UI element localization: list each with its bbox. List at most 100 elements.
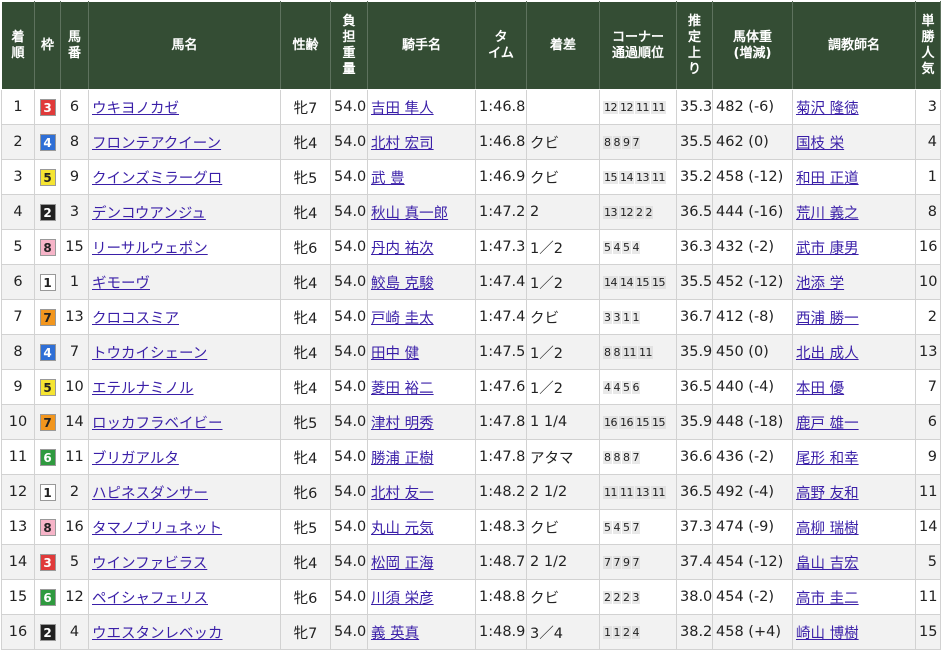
corner-position: 8	[612, 135, 621, 149]
horse-name-link[interactable]: クインズミラーグロ	[92, 171, 222, 187]
horse-name-link[interactable]: フロンテアクイーン	[92, 136, 221, 152]
horse-name-link[interactable]: トウカイシェーン	[92, 346, 207, 362]
margin-cell: 1／2	[526, 334, 600, 370]
jockey-link[interactable]: 丸山 元気	[371, 521, 434, 537]
header-rank-text: 着	[11, 29, 25, 45]
corner-position: 11	[635, 100, 650, 114]
horse-name-link[interactable]: リーサルウェポン	[92, 241, 208, 257]
horse-name-link[interactable]: ウキヨノカゼ	[92, 101, 179, 117]
umaban-cell: 3	[60, 194, 89, 230]
margin-cell: 1／2	[526, 264, 600, 300]
trainer-link[interactable]: 崎山 博樹	[796, 626, 859, 642]
header-corner-text: 通過順位	[611, 45, 664, 61]
trainer-link[interactable]: 畠山 吉宏	[796, 556, 859, 572]
last-3f-cell: 38.0	[676, 579, 713, 615]
weight-cell: 54.0	[330, 124, 368, 160]
horse-name-link[interactable]: ウエスタンレベッカ	[92, 626, 223, 642]
body-weight-cell: 458 (+4)	[712, 614, 793, 650]
trainer-link[interactable]: 西浦 勝一	[796, 311, 859, 327]
corner-position: 11	[619, 485, 634, 499]
waku-badge: 6	[39, 588, 56, 606]
last-3f-cell: 36.3	[676, 229, 713, 265]
horse-name-link[interactable]: ハピネスダンサー	[92, 486, 208, 502]
trainer-link[interactable]: 和田 正道	[796, 171, 859, 187]
weight-cell: 54.0	[330, 439, 368, 475]
rank-cell: 7	[1, 299, 35, 335]
header-weight: 負担重量	[330, 1, 368, 90]
trainer-link[interactable]: 荒川 義之	[796, 206, 859, 222]
trainer-cell: 畠山 吉宏	[792, 544, 916, 580]
results-body: 1 3 6 ウキヨノカゼ 牝7 54.0 吉田 隼人 1:46.8 12 12 11 11 35.3 48…	[1, 89, 941, 650]
horse-name-link[interactable]: ウインファビラス	[92, 556, 207, 572]
horse-name-link[interactable]: エテルナミノル	[92, 381, 194, 397]
corner-position: 15	[635, 275, 650, 289]
horse-name-link[interactable]: クロコスミア	[92, 311, 179, 327]
horse-name-cell: ハピネスダンサー	[88, 474, 281, 510]
trainer-link[interactable]: 高柳 瑞樹	[796, 521, 859, 537]
table-row: 1 3 6 ウキヨノカゼ 牝7 54.0 吉田 隼人 1:46.8 12 12 11 11 35.3 48…	[1, 89, 941, 125]
jockey-link[interactable]: 北村 友一	[371, 486, 434, 502]
body-weight-cell: 436 (-2)	[712, 439, 793, 475]
header-horse: 馬名	[88, 1, 281, 90]
jockey-link[interactable]: 戸崎 圭太	[371, 311, 434, 327]
jockey-cell: 丸山 元気	[367, 509, 476, 545]
trainer-link[interactable]: 国枝 栄	[796, 136, 844, 152]
jockey-link[interactable]: 松岡 正海	[371, 556, 434, 572]
jockey-link[interactable]: 北村 宏司	[371, 136, 434, 152]
header-trainer: 調教師名	[792, 1, 916, 90]
jockey-link[interactable]: 義 英真	[371, 626, 419, 642]
jockey-link[interactable]: 田中 健	[371, 346, 419, 362]
header-sexage: 性齢	[280, 1, 331, 90]
table-row: 11 6 11 ブリガアルタ 牝4 54.0 勝浦 正樹 1:47.8 アタマ 8 8 8 7 36.6 4…	[1, 439, 941, 475]
corner-position: 14	[619, 170, 634, 184]
weight-cell: 54.0	[330, 404, 368, 440]
horse-name-link[interactable]: ブリガアルタ	[92, 451, 179, 467]
sex-age-cell: 牝4	[280, 439, 331, 475]
jockey-link[interactable]: 川須 栄彦	[371, 591, 434, 607]
trainer-link[interactable]: 本田 優	[796, 381, 844, 397]
umaban-cell: 14	[60, 404, 89, 440]
jockey-cell: 津村 明秀	[367, 404, 476, 440]
corner-position: 13	[603, 205, 618, 219]
last-3f-cell: 36.5	[676, 474, 713, 510]
umaban-cell: 10	[60, 369, 89, 405]
jockey-link[interactable]: 武 豊	[371, 171, 405, 187]
horse-name-cell: ウエスタンレベッカ	[88, 614, 281, 650]
corner-position: 5	[603, 240, 612, 254]
corner-position: 16	[619, 415, 634, 429]
horse-name-link[interactable]: デンコウアンジュ	[92, 206, 206, 222]
margin-cell: 2 1/2	[526, 544, 600, 580]
corner-position: 8	[612, 450, 621, 464]
trainer-link[interactable]: 武市 康男	[796, 241, 859, 257]
horse-name-link[interactable]: ペイシャフェリス	[92, 591, 208, 607]
header-weight-text: 重	[342, 45, 356, 61]
header-time: タイム	[475, 1, 527, 90]
jockey-link[interactable]: 吉田 隼人	[371, 101, 434, 117]
trainer-link[interactable]: 鹿戸 雄一	[796, 416, 859, 432]
corner-position: 4	[631, 240, 640, 254]
horse-name-link[interactable]: タマノブリュネット	[92, 521, 222, 537]
trainer-link[interactable]: 高野 友和	[796, 486, 859, 502]
jockey-cell: 義 英真	[367, 614, 476, 650]
trainer-link[interactable]: 北出 成人	[796, 346, 859, 362]
jockey-link[interactable]: 津村 明秀	[371, 416, 434, 432]
umaban-cell: 16	[60, 509, 89, 545]
trainer-link[interactable]: 池添 学	[796, 276, 844, 292]
trainer-link[interactable]: 高市 圭二	[796, 591, 859, 607]
last-3f-cell: 35.5	[676, 124, 713, 160]
header-jockey-text: 騎手名	[401, 37, 441, 53]
header-rank: 着順	[1, 1, 35, 90]
jockey-link[interactable]: 秋山 真一郎	[371, 206, 448, 222]
jockey-link[interactable]: 菱田 裕二	[371, 381, 434, 397]
trainer-link[interactable]: 尾形 和幸	[796, 451, 859, 467]
table-row: 16 2 4 ウエスタンレベッカ 牝7 54.0 義 英真 1:48.9 3／4 1 1 2 4 38.2…	[1, 614, 941, 650]
trainer-link[interactable]: 菊沢 隆徳	[796, 101, 859, 117]
horse-name-link[interactable]: ギモーヴ	[92, 276, 150, 292]
jockey-link[interactable]: 勝浦 正樹	[371, 451, 434, 467]
table-row: 14 3 5 ウインファビラス 牝4 54.0 松岡 正海 1:48.7 2 1/2 7 7 9 7 37…	[1, 544, 941, 580]
jockey-link[interactable]: 鮫島 克駿	[371, 276, 434, 292]
corner-position: 1	[612, 625, 621, 639]
jockey-link[interactable]: 丹内 祐次	[371, 241, 434, 257]
corner-position-cell: 3311	[599, 299, 677, 335]
horse-name-link[interactable]: ロッカフラベイビー	[92, 416, 223, 432]
